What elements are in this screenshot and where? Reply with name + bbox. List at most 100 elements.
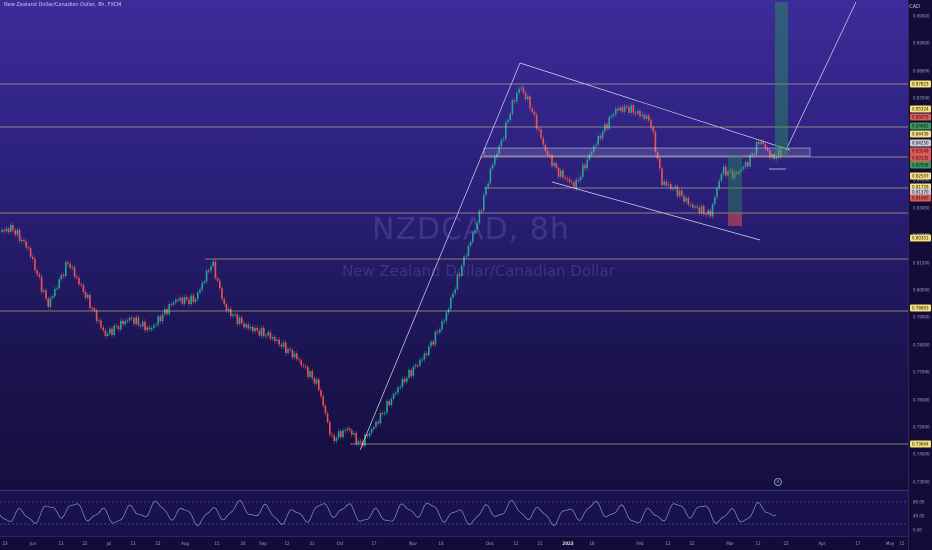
candle-body [278,339,280,345]
candle-body [555,163,558,168]
candle-body [577,179,580,181]
candle-body [186,297,188,300]
candle-body [139,324,142,327]
candle-body [582,164,584,177]
chart-window[interactable]: NZDCAD, 8h New Zealand Dollar/Canadian D… [0,0,932,550]
price-label: 0.82507 [910,172,931,180]
candle-body [590,151,593,155]
candle-body [725,166,727,176]
price-tick: 0.78000 [913,342,930,348]
candle-body [740,168,742,172]
price-label: 0.80351 [910,234,931,242]
candle-body [113,325,115,336]
candle-body [700,206,703,214]
price-label: 0.85075 [910,113,931,121]
candle-body [291,350,294,358]
candle-body [307,366,309,377]
candle-body [84,291,87,298]
candle-body [359,441,362,443]
price-label: 0.84682 [910,122,931,130]
rsi-pane[interactable] [0,491,908,536]
candle-body [210,266,212,271]
settings-gear-icon[interactable]: ⚙ [774,478,782,486]
candle-body [683,195,685,202]
candle-body [436,331,439,333]
candle-body [362,441,364,446]
candle-body [254,327,256,332]
candle-body [27,247,30,249]
candle-body [322,396,324,406]
candle-body [69,263,71,268]
candle-body [535,114,538,129]
candle-body [593,146,595,152]
candle-body [232,314,234,317]
candle-body [373,426,375,430]
candle-body [170,304,173,306]
candle-body [727,171,729,176]
candle-body [632,105,635,113]
candle-body [610,115,613,118]
candle-body [120,320,122,330]
candle-body [681,190,683,196]
symbol-watermark: NZDCAD, 8h [372,212,570,247]
candle-body [7,228,10,233]
candle-body [665,181,668,186]
candle-body [309,371,311,377]
candle-body [102,327,104,331]
candle-body [546,150,549,156]
candle-body [762,141,764,145]
candle-body [166,309,168,315]
candle-body [16,229,19,235]
candle-body [245,324,247,328]
candle-body [674,186,676,189]
candle-body [126,320,129,322]
candle-body [755,141,758,155]
candle-body [351,430,353,435]
candle-body [703,206,705,215]
candle-body [353,433,355,435]
candle-body [368,433,371,437]
candle-body [733,172,736,179]
candle-body [406,377,408,382]
time-label: 12 [513,541,519,546]
candle-body [304,366,307,368]
price-label: 0.83549 [910,147,931,155]
candle-body [707,210,709,215]
candle-body [205,270,208,282]
candle-body [432,341,434,345]
time-axis[interactable] [0,536,908,550]
candle-body [357,441,360,444]
rsi-tick: 40.00 [913,513,925,519]
candle-body [329,422,331,435]
candle-body [749,155,751,167]
symbol-header[interactable]: New Zealand Dollar/Canadian Dollar, 8h, … [4,2,121,8]
candle-body [575,179,577,189]
candle-body [223,299,225,305]
candle-body [566,178,569,180]
time-label: 22 [689,541,695,546]
candle-body [144,321,146,331]
candle-body [159,316,162,322]
candle-body [252,326,254,332]
candle-body [67,262,69,264]
time-label: Apr [818,541,826,546]
candle-body [190,295,192,305]
price-label: 0.82958 [910,161,931,169]
candle-body [777,149,780,158]
candle-body [87,294,89,298]
candle-body [117,326,120,330]
candle-body [522,87,525,93]
candle-body [667,184,670,186]
candle-body [36,270,38,275]
time-label: 23 [2,541,8,546]
time-label: Aug [181,541,189,546]
candle-body [439,329,441,333]
candle-body [604,124,606,132]
candle-body [491,164,494,169]
candle-body [298,359,300,361]
candle-body [672,188,674,190]
candle-body [384,412,386,414]
candle-body [518,88,520,93]
candle-body [553,163,555,167]
time-label: 17 [855,541,861,546]
